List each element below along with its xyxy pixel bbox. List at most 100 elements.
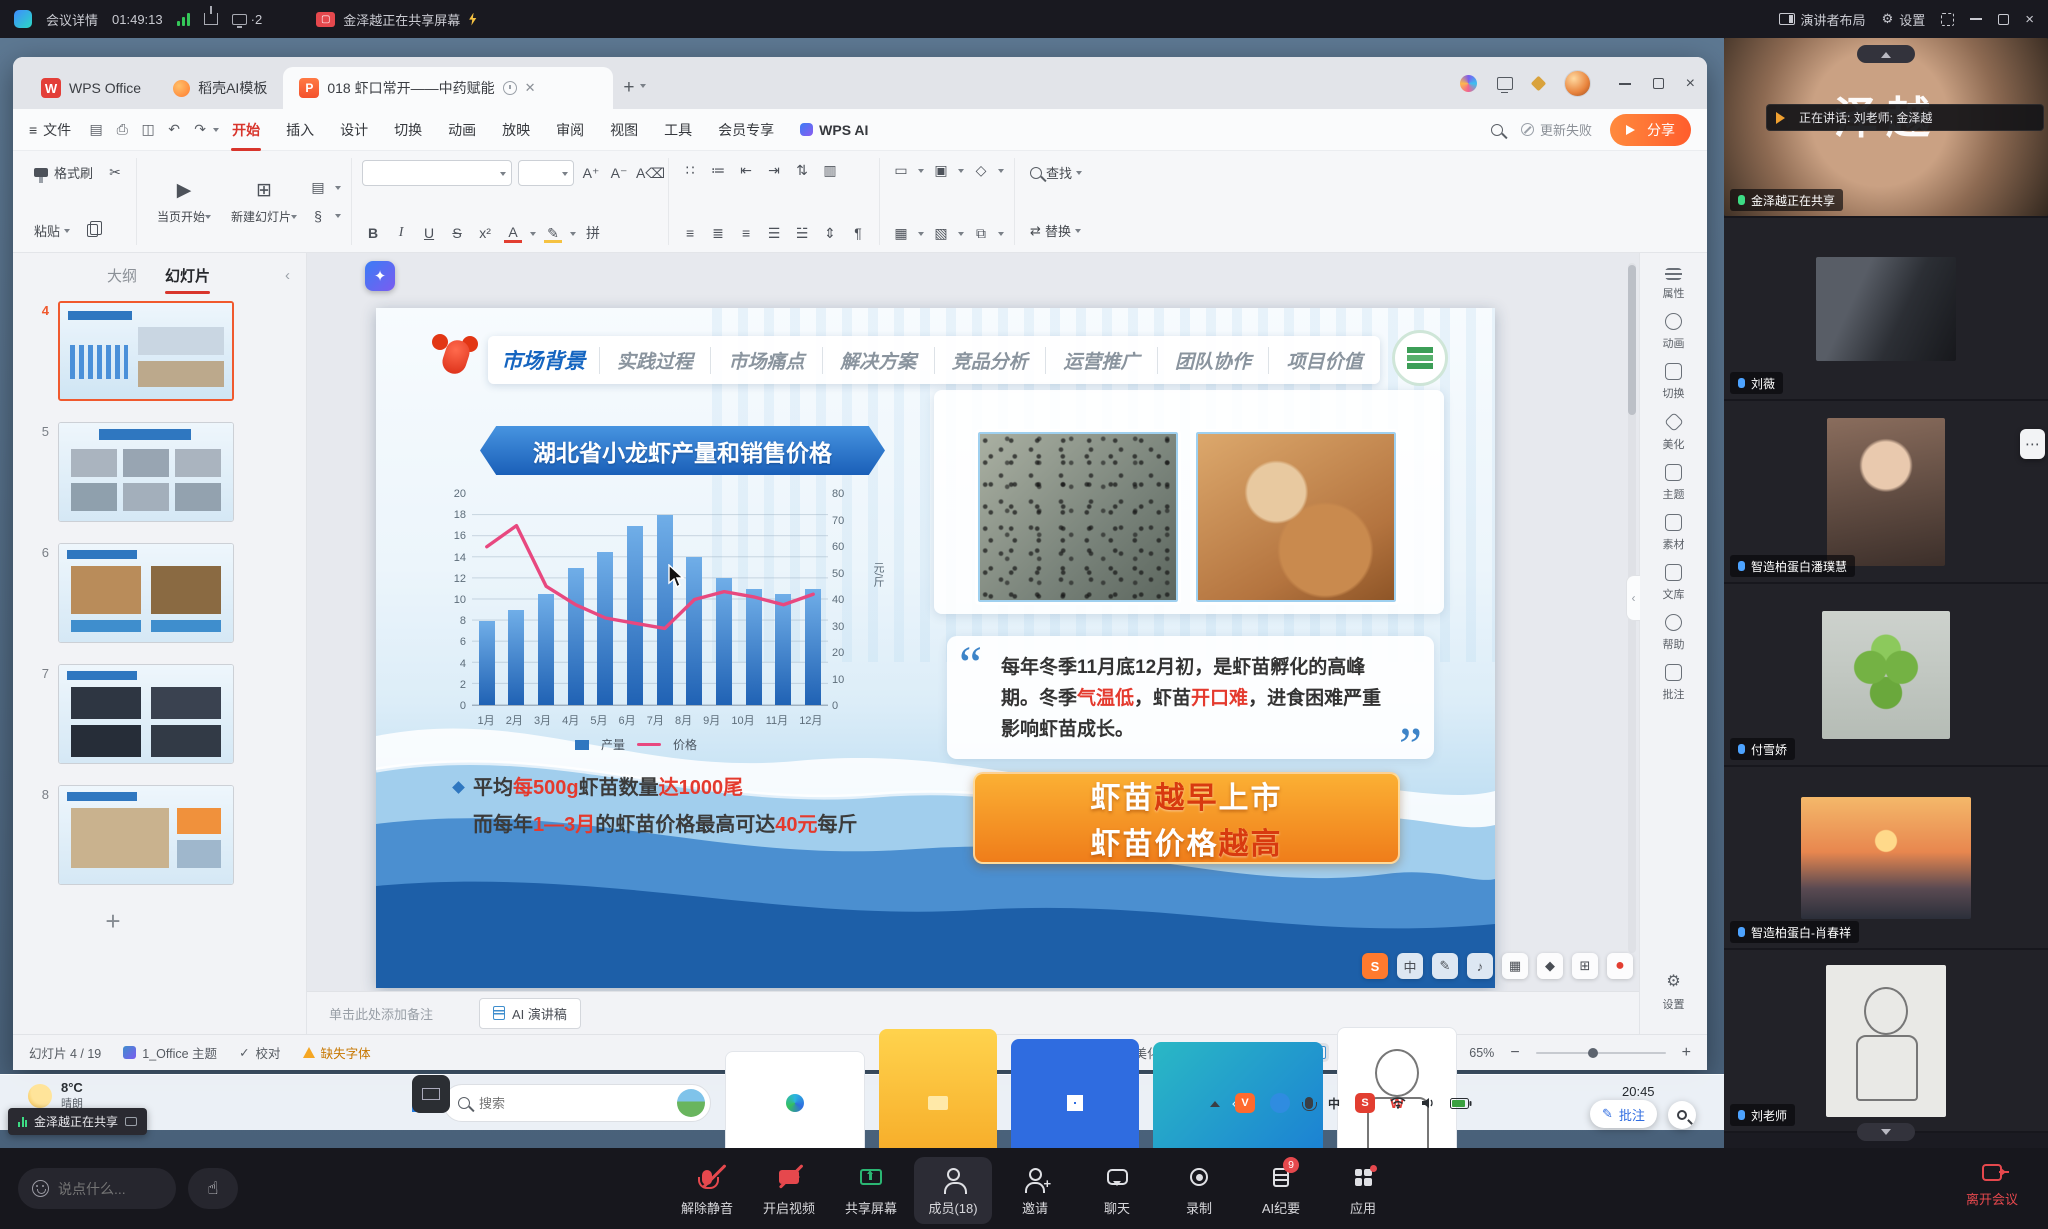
- zoom-out-button[interactable]: −: [1510, 1044, 1519, 1062]
- nav-item[interactable]: 实践过程: [599, 347, 711, 374]
- snipping-tool-icon[interactable]: [412, 1075, 450, 1113]
- scrollbar-thumb[interactable]: [1628, 265, 1636, 415]
- tool-settings[interactable]: ⚙设置: [1663, 971, 1685, 1012]
- tool-help[interactable]: 帮助: [1663, 614, 1685, 652]
- chat-input[interactable]: [58, 1181, 158, 1197]
- chat-button[interactable]: 聊天: [1078, 1157, 1156, 1224]
- workbench-icon[interactable]: [1497, 77, 1513, 90]
- tab-home[interactable]: 开始: [219, 109, 273, 151]
- zoom-slider[interactable]: [1536, 1052, 1666, 1054]
- replace-button[interactable]: ⇄替换: [1025, 218, 1086, 243]
- add-slide-button[interactable]: +: [73, 906, 153, 937]
- collapse-panel-up-button[interactable]: [1857, 45, 1915, 63]
- save-icon[interactable]: ▤: [85, 120, 107, 140]
- tab-transition[interactable]: 切换: [381, 109, 435, 151]
- increase-indent-icon[interactable]: ⇥: [763, 160, 785, 180]
- layout-tool-icon[interactable]: ▤: [307, 178, 329, 198]
- find-button[interactable]: 查找: [1025, 160, 1087, 185]
- chart-tool-icon[interactable]: ▧: [930, 223, 952, 243]
- minimize-button[interactable]: [1970, 18, 1982, 20]
- align-right-icon[interactable]: ≡: [735, 223, 757, 243]
- taskbar-clock[interactable]: 20:45: [1622, 1084, 1655, 1099]
- increase-font-icon[interactable]: A⁺: [580, 163, 602, 183]
- collapse-panel-icon[interactable]: ‹: [285, 267, 290, 284]
- wardrobe-icon[interactable]: ◆: [1537, 953, 1563, 979]
- laser-pointer-icon[interactable]: ●: [1607, 953, 1633, 979]
- weather-widget[interactable]: 8°C 晴朗: [28, 1080, 83, 1111]
- wps-home-tab[interactable]: W WPS Office: [25, 67, 157, 109]
- annotate-float-button[interactable]: ✎ 批注: [1590, 1100, 1657, 1128]
- slides-tab[interactable]: 幻灯片: [165, 265, 210, 286]
- tab-review[interactable]: 审阅: [543, 109, 597, 151]
- history-icon[interactable]: [503, 81, 517, 95]
- text-box-tool-icon[interactable]: ▭: [890, 160, 912, 180]
- participant-tile[interactable]: 智造柏蛋白潘璞慧: [1724, 401, 2048, 584]
- slide-thumbnail[interactable]: [58, 785, 234, 885]
- slide[interactable]: 市场背景 实践过程 市场痛点 解决方案 竞品分析 运营推广 团队协作 项目价值 …: [376, 308, 1495, 988]
- speaker-layout-button[interactable]: 演讲者布局: [1779, 10, 1866, 29]
- nav-item[interactable]: 团队协作: [1157, 347, 1269, 374]
- tab-animation[interactable]: 动画: [435, 109, 489, 151]
- maximize-button[interactable]: [1998, 14, 2009, 25]
- nav-item[interactable]: 竞品分析: [934, 347, 1046, 374]
- nav-item[interactable]: 项目价值: [1268, 347, 1380, 374]
- slide-thumbnail-row[interactable]: 7: [13, 664, 306, 764]
- quick-chat-input[interactable]: [18, 1168, 176, 1209]
- print-icon[interactable]: ⎙: [111, 120, 133, 140]
- volume-icon[interactable]: [1421, 1097, 1435, 1109]
- input-method-icon[interactable]: 中: [1328, 1095, 1340, 1112]
- tool-properties[interactable]: 属性: [1663, 265, 1685, 301]
- theme-indicator[interactable]: 1_Office 主题: [123, 1043, 217, 1062]
- wps-show-icon[interactable]: S: [1362, 953, 1388, 979]
- mic-icon[interactable]: ♪: [1467, 953, 1493, 979]
- participant-tile[interactable]: 付雪娇: [1724, 584, 2048, 767]
- record-button[interactable]: 录制: [1160, 1157, 1238, 1224]
- tab-list-caret-icon[interactable]: [640, 84, 646, 91]
- italic-button[interactable]: I: [390, 223, 412, 243]
- participant-tile[interactable]: 刘薇: [1724, 218, 2048, 401]
- tool-theme[interactable]: 主题: [1663, 464, 1685, 502]
- participant-tile[interactable]: 智造柏蛋白-肖春祥: [1724, 767, 2048, 950]
- preview-icon[interactable]: ◫: [137, 120, 159, 140]
- align-left-icon[interactable]: ≡: [679, 223, 701, 243]
- ai-minutes-button[interactable]: 9 AI纪要: [1242, 1157, 1320, 1224]
- document-tab[interactable]: P 018 虾口常开——中药赋能 ✕: [283, 67, 613, 109]
- update-failed-status[interactable]: 更新失败: [1521, 120, 1592, 139]
- tool-assets[interactable]: 素材: [1663, 514, 1685, 552]
- user-avatar[interactable]: [1564, 70, 1591, 97]
- ai-orb-icon[interactable]: [1460, 75, 1477, 92]
- distribute-icon[interactable]: ☱: [791, 223, 813, 243]
- tool-beautify[interactable]: 美化: [1663, 413, 1685, 452]
- shape-tool-icon[interactable]: ◇: [970, 160, 992, 180]
- decrease-indent-icon[interactable]: ⇤: [735, 160, 757, 180]
- table-tool-icon[interactable]: ▦: [890, 223, 912, 243]
- columns-icon[interactable]: ▥: [819, 160, 841, 180]
- slide-thumbnail-row[interactable]: 5: [13, 422, 306, 522]
- nav-item[interactable]: 市场痛点: [710, 347, 822, 374]
- align-center-icon[interactable]: ≣: [707, 223, 729, 243]
- clear-format-icon[interactable]: A⌫: [636, 163, 658, 183]
- decrease-font-icon[interactable]: A⁻: [608, 163, 630, 183]
- export-icon[interactable]: [204, 13, 218, 25]
- screen-tool-tray-icon[interactable]: S: [1355, 1093, 1375, 1113]
- nav-item[interactable]: 解决方案: [822, 347, 934, 374]
- wifi-icon[interactable]: [1390, 1097, 1406, 1109]
- paste-button[interactable]: 粘贴: [29, 218, 75, 243]
- line-spacing-icon[interactable]: ⇕: [819, 223, 841, 243]
- close-button[interactable]: ×: [2025, 12, 2034, 27]
- raise-hand-button[interactable]: ☝: [188, 1168, 238, 1209]
- start-video-button[interactable]: 开启视频: [750, 1157, 828, 1224]
- invite-button[interactable]: 邀请: [996, 1157, 1074, 1224]
- nav-item[interactable]: 运营推广: [1045, 347, 1157, 374]
- section-tool-icon[interactable]: §: [307, 206, 329, 226]
- magnifier-float-button[interactable]: [1668, 1101, 1696, 1129]
- bold-button[interactable]: B: [362, 223, 384, 243]
- justify-icon[interactable]: ☰: [763, 223, 785, 243]
- tool-animation[interactable]: 动画: [1663, 313, 1685, 351]
- apps-button[interactable]: 应用: [1324, 1157, 1402, 1224]
- font-color-button[interactable]: A: [502, 223, 524, 243]
- underline-button[interactable]: U: [418, 223, 440, 243]
- members-button[interactable]: 成员(18): [914, 1157, 992, 1224]
- ai-speech-button[interactable]: AI 演讲稿: [479, 998, 581, 1029]
- slide-thumbnail[interactable]: [58, 543, 234, 643]
